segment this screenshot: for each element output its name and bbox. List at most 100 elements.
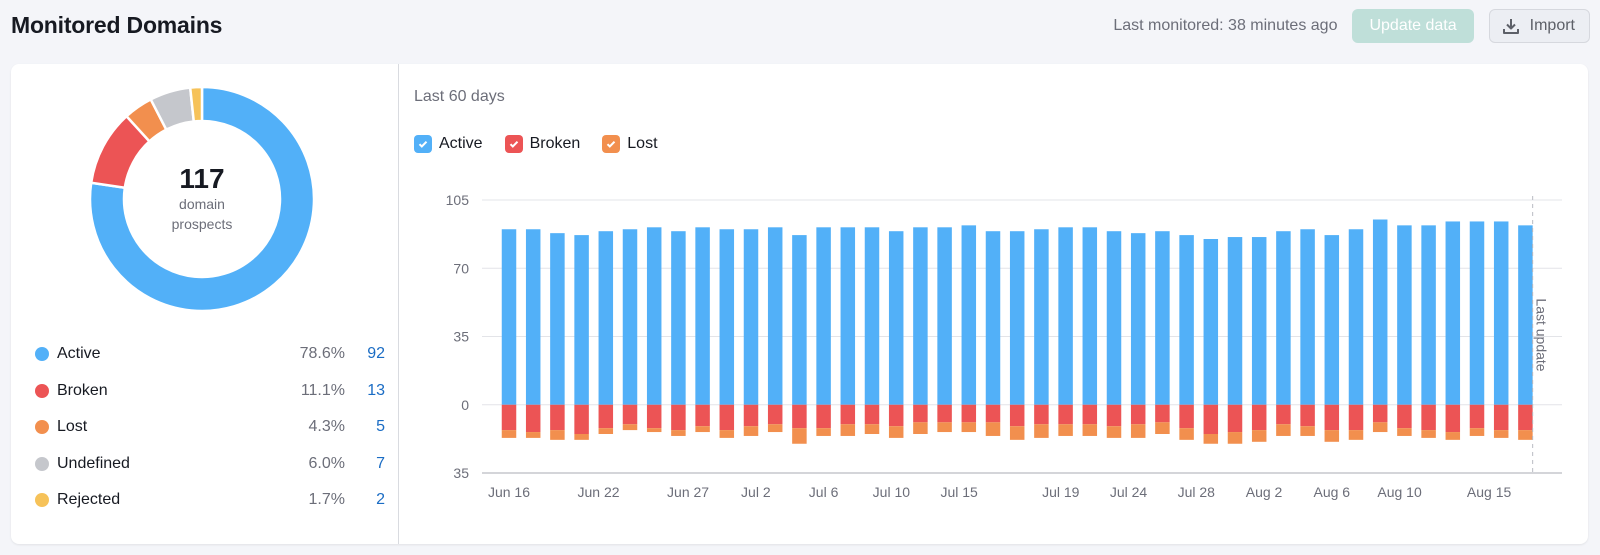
bar-lost[interactable] (888, 426, 904, 438)
bar-lost[interactable] (937, 422, 952, 433)
bar-broken[interactable] (1082, 404, 1098, 425)
bar-active[interactable] (574, 235, 589, 405)
bar-active[interactable] (1445, 221, 1461, 405)
bar-active[interactable] (888, 231, 904, 405)
bar-active[interactable] (719, 229, 735, 405)
bar-lost[interactable] (1251, 430, 1267, 442)
bar-broken[interactable] (695, 404, 710, 427)
bar-active[interactable] (1155, 231, 1170, 405)
bar-lost[interactable] (961, 422, 977, 433)
bar-broken[interactable] (501, 404, 517, 431)
bar-active[interactable] (1227, 237, 1243, 405)
bar-active[interactable] (1300, 229, 1315, 405)
bar-broken[interactable] (622, 404, 638, 425)
bar-active[interactable] (743, 229, 759, 405)
import-button[interactable]: Import (1488, 9, 1590, 43)
bar-broken[interactable] (1203, 404, 1219, 434)
bar-broken[interactable] (1155, 404, 1170, 423)
bar-broken[interactable] (1251, 404, 1267, 431)
bar-broken[interactable] (1518, 404, 1533, 431)
bar-lost[interactable] (671, 430, 686, 436)
bar-broken[interactable] (1300, 404, 1315, 427)
bar-active[interactable] (695, 227, 710, 405)
bar-active[interactable] (1276, 231, 1291, 405)
bar-lost[interactable] (1276, 424, 1291, 436)
bar-active[interactable] (1082, 227, 1098, 405)
bar-active[interactable] (1058, 227, 1073, 405)
bar-broken[interactable] (1372, 404, 1388, 423)
bar-lost[interactable] (1034, 424, 1049, 438)
bar-lost[interactable] (1203, 434, 1219, 444)
bar-broken[interactable] (1445, 404, 1461, 433)
bar-lost[interactable] (1009, 426, 1025, 440)
bar-broken[interactable] (864, 404, 880, 425)
bar-active[interactable] (646, 227, 662, 405)
bar-lost[interactable] (550, 430, 565, 440)
bar-broken[interactable] (792, 404, 807, 429)
bar-lost[interactable] (1227, 432, 1243, 444)
bar-active[interactable] (1469, 221, 1485, 405)
bar-active[interactable] (501, 229, 517, 405)
bar-active[interactable] (961, 225, 977, 405)
bar-broken[interactable] (1348, 404, 1364, 431)
bar-broken[interactable] (1130, 404, 1146, 425)
bar-broken[interactable] (913, 404, 928, 423)
bar-broken[interactable] (840, 404, 856, 425)
bar-active[interactable] (767, 227, 783, 405)
bar-lost[interactable] (864, 424, 880, 434)
bar-broken[interactable] (985, 404, 1001, 423)
bar-active[interactable] (598, 231, 614, 405)
bar-lost[interactable] (743, 426, 759, 436)
bar-lost[interactable] (622, 424, 638, 431)
bar-lost[interactable] (1082, 424, 1098, 436)
bar-broken[interactable] (719, 404, 735, 431)
bar-broken[interactable] (743, 404, 759, 427)
bar-broken[interactable] (816, 404, 831, 429)
bar-lost[interactable] (913, 422, 928, 434)
bar-broken[interactable] (937, 404, 952, 423)
bar-broken[interactable] (1493, 404, 1509, 431)
bar-active[interactable] (671, 231, 686, 405)
bar-active[interactable] (550, 233, 565, 405)
bar-broken[interactable] (646, 404, 662, 429)
bar-active[interactable] (1493, 221, 1509, 405)
bar-lost[interactable] (1179, 428, 1194, 440)
legend-count-link[interactable]: 2 (345, 491, 385, 509)
bar-broken[interactable] (1276, 404, 1291, 425)
bar-active[interactable] (1372, 219, 1388, 405)
bar-lost[interactable] (792, 428, 807, 444)
bar-broken[interactable] (1058, 404, 1073, 425)
bar-lost[interactable] (1106, 426, 1122, 438)
bar-active[interactable] (840, 227, 856, 405)
bar-lost[interactable] (1155, 422, 1170, 434)
bar-lost[interactable] (695, 426, 710, 433)
bar-active[interactable] (1421, 225, 1436, 405)
bar-broken[interactable] (888, 404, 904, 427)
bar-broken[interactable] (1227, 404, 1243, 433)
bar-lost[interactable] (525, 432, 541, 438)
bar-lost[interactable] (985, 422, 1001, 436)
bar-active[interactable] (1009, 231, 1025, 405)
bar-lost[interactable] (1348, 430, 1364, 440)
bar-broken[interactable] (1179, 404, 1194, 429)
bar-active[interactable] (1324, 235, 1340, 405)
bar-broken[interactable] (1324, 404, 1340, 431)
bar-broken[interactable] (1034, 404, 1049, 425)
bar-lost[interactable] (646, 428, 662, 433)
bar-broken[interactable] (1421, 404, 1436, 431)
bar-lost[interactable] (816, 428, 831, 436)
legend-toggle-broken[interactable]: Broken (504, 135, 580, 153)
bar-lost[interactable] (574, 434, 589, 440)
bar-lost[interactable] (840, 424, 856, 436)
bar-active[interactable] (1179, 235, 1194, 405)
legend-count-link[interactable]: 92 (345, 345, 385, 363)
bar-broken[interactable] (961, 404, 977, 423)
legend-toggle-lost[interactable]: Lost (602, 135, 658, 153)
bar-active[interactable] (816, 227, 831, 405)
bar-lost[interactable] (501, 430, 517, 438)
bar-active[interactable] (1251, 237, 1267, 405)
bar-lost[interactable] (1469, 428, 1485, 436)
bar-lost[interactable] (1518, 430, 1533, 440)
legend-toggle-active[interactable]: Active (414, 135, 483, 153)
bar-broken[interactable] (1009, 404, 1025, 427)
